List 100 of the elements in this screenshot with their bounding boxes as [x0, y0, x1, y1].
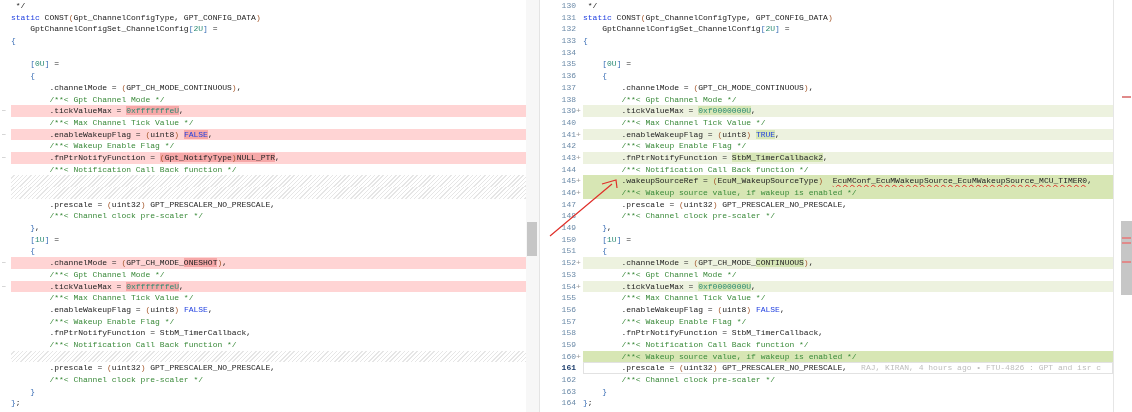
code-line: .prescale = (uint32) GPT_PRESCALER_NO_PRESCALE, — [620, 362, 848, 374]
code-line: .channelMode = (GPT_CH_MODE_ONESHOT), — [48, 257, 228, 269]
code-line: }; — [11, 397, 21, 410]
line-number: 162 — [561, 374, 576, 386]
line-number: 133 — [561, 35, 576, 47]
line-number: 145 — [561, 175, 576, 187]
code-line: /**< Wakeup Enable Flag */ — [620, 140, 747, 152]
line-number: 155 — [561, 292, 576, 304]
line-number: 163 — [561, 385, 576, 398]
line-number: 139 — [561, 105, 576, 117]
line-number: 143 — [561, 151, 576, 164]
code-line: .tickValueMax = 0xfffffffeU, — [48, 105, 184, 117]
code-line: GptChannelConfigSet_ChannelConfig[2U] = — [29, 23, 218, 36]
diff-marker: + — [576, 350, 582, 363]
line-number: 158 — [561, 327, 576, 339]
line-number: 142 — [561, 140, 576, 152]
line-number: 164 — [561, 397, 576, 410]
line-number: 134 — [561, 46, 576, 59]
code-line: { — [583, 35, 588, 47]
code-line: .prescale = (uint32) GPT_PRESCALER_NO_PRESCALE, — [48, 198, 276, 211]
code-line: */ — [586, 0, 598, 12]
line-number: 138 — [561, 93, 576, 106]
code-line: /**< Wakeup Enable Flag */ — [48, 140, 175, 152]
line-number: 147 — [561, 198, 576, 211]
code-line: { — [29, 245, 35, 258]
line-number: 132 — [561, 23, 576, 36]
line-number: 137 — [561, 81, 576, 94]
line-number: 153 — [561, 268, 576, 281]
line-number: 149 — [561, 222, 576, 234]
code-line: .fnPtrNotifyFunction = (Gpt_NotifyType)NULL_PTR, — [48, 151, 280, 164]
line-number: 161 — [561, 362, 576, 374]
code-line: /**< Gpt Channel Mode */ — [48, 93, 165, 106]
code-line: .tickValueMax = 0xfffffffeU, — [48, 280, 184, 293]
code-line: }; — [583, 397, 593, 410]
diff-marker: + — [576, 280, 582, 293]
diff-marker: + — [576, 151, 582, 164]
overview-ruler[interactable] — [1113, 0, 1132, 412]
code-line: .tickValueMax = 0xf0000000U, — [620, 105, 756, 117]
code-line: .fnPtrNotifyFunction = StbM_TimerCallback, — [620, 327, 824, 339]
line-number: 146 — [561, 187, 576, 199]
code-line: /**< Notification Call Back function */ — [48, 163, 237, 176]
line-number: 141 — [561, 128, 576, 141]
scrollbar[interactable] — [526, 0, 539, 412]
line-number: 154 — [561, 280, 576, 293]
diff-marker: + — [576, 187, 582, 199]
code-line: /**< Max Channel Tick Value */ — [620, 116, 766, 129]
code-line: .enableWakeupFlag = (uint8) TRUE, — [620, 128, 780, 141]
code-line: { — [601, 70, 607, 82]
code-line: /**< Notification Call Back function */ — [620, 338, 809, 351]
code-line: /**< Gpt Channel Mode */ — [620, 93, 737, 106]
code-line: /**< Channel clock pre-scaler */ — [620, 210, 776, 223]
diff-marker: + — [576, 105, 582, 117]
code-line: } — [601, 385, 607, 398]
code-line: static CONST(Gpt_ChannelConfigType, GPT_CONFIG_DATA) — [11, 11, 261, 24]
code-line: /**< Gpt Channel Mode */ — [48, 268, 165, 281]
code-line: }, — [601, 222, 612, 234]
code-line: /**< Notification Call Back function */ — [620, 163, 809, 176]
code-line: .enableWakeupFlag = (uint8) FALSE, — [48, 128, 213, 141]
code-line: .tickValueMax = 0xf0000000U, — [620, 280, 756, 293]
code-line: { — [29, 70, 35, 82]
code-line: .fnPtrNotifyFunction = StbM_TimerCallback, — [48, 327, 252, 339]
code-line: .enableWakeupFlag = (uint8) FALSE, — [620, 303, 785, 316]
arrow-annotation — [548, 178, 620, 238]
diff-marker: + — [576, 175, 582, 187]
code-line: /**< Channel clock pre-scaler */ — [48, 374, 204, 386]
code-line: /**< Gpt Channel Mode */ — [620, 268, 737, 281]
code-line: .prescale = (uint32) GPT_PRESCALER_NO_PRESCALE, — [48, 362, 276, 374]
line-number: 144 — [561, 163, 576, 176]
code-line: /**< Wakeup Enable Flag */ — [620, 315, 747, 328]
line-number: 152 — [561, 257, 576, 269]
code-line: /**< Channel clock pre-scaler */ — [48, 210, 204, 223]
code-line: [0U] = — [29, 58, 60, 71]
code-line: }, — [29, 222, 40, 234]
line-number: 156 — [561, 303, 576, 316]
code-line: .channelMode = (GPT_CH_MODE_CONTINUOUS), — [48, 81, 242, 94]
code-line: /**< Wakeup source value, if wakeup is enabled */ — [620, 350, 857, 363]
code-line: */ — [14, 0, 26, 12]
line-number: 160 — [561, 350, 576, 363]
code-line: /**< Wakeup Enable Flag */ — [48, 315, 175, 328]
line-number: 140 — [561, 116, 576, 129]
code-line: /**< Max Channel Tick Value */ — [620, 292, 766, 304]
code-line: /**< Notification Call Back function */ — [48, 338, 237, 351]
diff-marker: + — [576, 257, 582, 269]
code-line: [0U] = — [601, 58, 632, 71]
code-line: .channelMode = (GPT_CH_MODE_CONTINUOUS), — [620, 81, 814, 94]
line-number: 159 — [561, 338, 576, 351]
code-line: GptChannelConfigSet_ChannelConfig[2U] = — [601, 23, 790, 36]
line-number: 130 — [561, 0, 576, 12]
line-number: 151 — [561, 245, 576, 258]
code-line: /**< Max Channel Tick Value */ — [48, 292, 194, 304]
code-line: static CONST(Gpt_ChannelConfigType, GPT_CONFIG_DATA) — [583, 11, 833, 24]
diff-marker: + — [576, 128, 582, 141]
line-number: 131 — [561, 11, 576, 24]
code-line: .channelMode = (GPT_CH_MODE_CONTINUOUS), — [620, 257, 814, 269]
code-line: .fnPtrNotifyFunction = StbM_TimerCallback2, — [620, 151, 828, 164]
line-number: 150 — [561, 233, 576, 246]
code-line: [1U] = — [601, 233, 632, 246]
line-number: 157 — [561, 315, 576, 328]
code-line: [1U] = — [29, 233, 60, 246]
code-line: { — [601, 245, 607, 258]
